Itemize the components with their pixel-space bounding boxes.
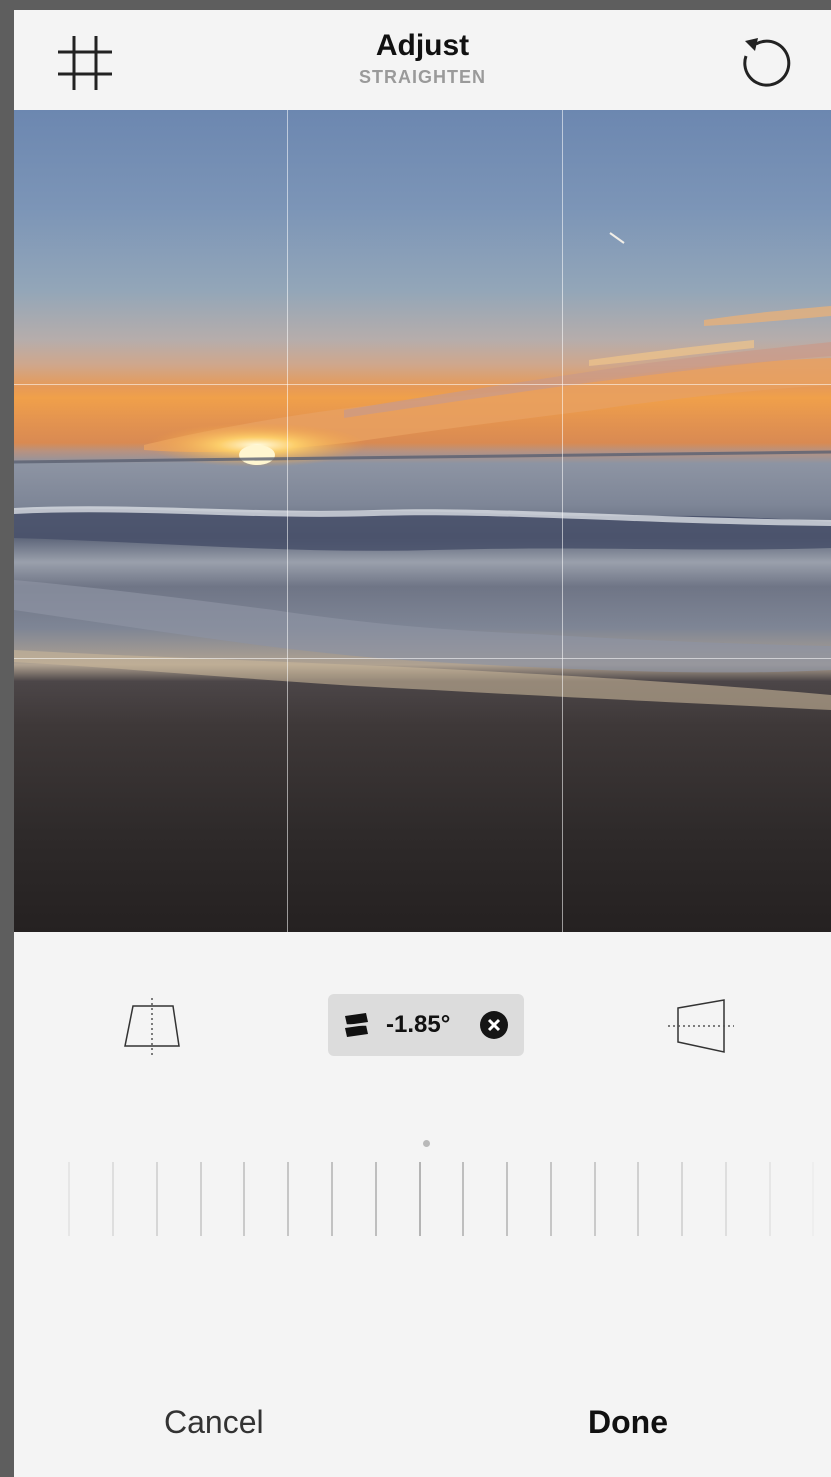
dial-tick — [637, 1162, 639, 1236]
sunset-scene — [14, 232, 831, 710]
page-subtitle: STRAIGHTEN — [359, 67, 486, 87]
dial-tick — [68, 1162, 70, 1236]
dial-tick — [200, 1162, 202, 1236]
cancel-button[interactable]: Cancel — [164, 1402, 264, 1442]
dial-tick — [156, 1162, 158, 1236]
dial-tick — [725, 1162, 727, 1236]
photo-preview[interactable] — [14, 110, 831, 932]
grid-line-vertical — [287, 110, 288, 932]
reset-rotation-button[interactable] — [734, 32, 796, 94]
dial-tick — [112, 1162, 114, 1236]
straighten-angle-chip[interactable]: -1.85° — [328, 994, 524, 1056]
page-title: Adjust — [375, 29, 470, 62]
header-bar: Adjust STRAIGHTEN — [14, 10, 831, 110]
title-block: Adjust STRAIGHTEN — [14, 28, 831, 88]
horizontal-perspective-button[interactable] — [666, 994, 736, 1060]
adjust-tools-panel: -1.85° Cancel Done — [14, 932, 831, 1477]
dial-tick — [769, 1162, 771, 1236]
vertical-perspective-button[interactable] — [121, 994, 185, 1060]
grid-line-vertical — [562, 110, 563, 932]
dial-tick — [287, 1162, 289, 1236]
straighten-icon — [342, 1013, 372, 1037]
vertical-perspective-icon — [124, 998, 180, 1056]
grid-line-horizontal — [14, 384, 831, 385]
angle-value: -1.85° — [386, 1011, 451, 1038]
dial-center-indicator — [423, 1140, 430, 1147]
adjust-screen: Adjust STRAIGHTEN -1.85° Cancel Done — [14, 10, 831, 1477]
clear-icon — [487, 1018, 501, 1032]
dial-tick — [550, 1162, 552, 1236]
dial-tick — [594, 1162, 596, 1236]
dial-tick — [462, 1162, 464, 1236]
dial-tick — [419, 1162, 421, 1236]
done-button[interactable]: Done — [588, 1402, 668, 1442]
grid-line-horizontal — [14, 658, 831, 659]
dial-tick — [681, 1162, 683, 1236]
straighten-dial[interactable] — [14, 1132, 831, 1272]
dial-tick — [243, 1162, 245, 1236]
dial-tick — [506, 1162, 508, 1236]
horizontal-perspective-icon — [668, 999, 734, 1053]
dial-tick — [331, 1162, 333, 1236]
rotate-reset-icon — [743, 38, 791, 87]
dial-tick — [812, 1162, 814, 1236]
dial-tick — [375, 1162, 377, 1236]
clear-angle-button[interactable] — [480, 1011, 508, 1039]
